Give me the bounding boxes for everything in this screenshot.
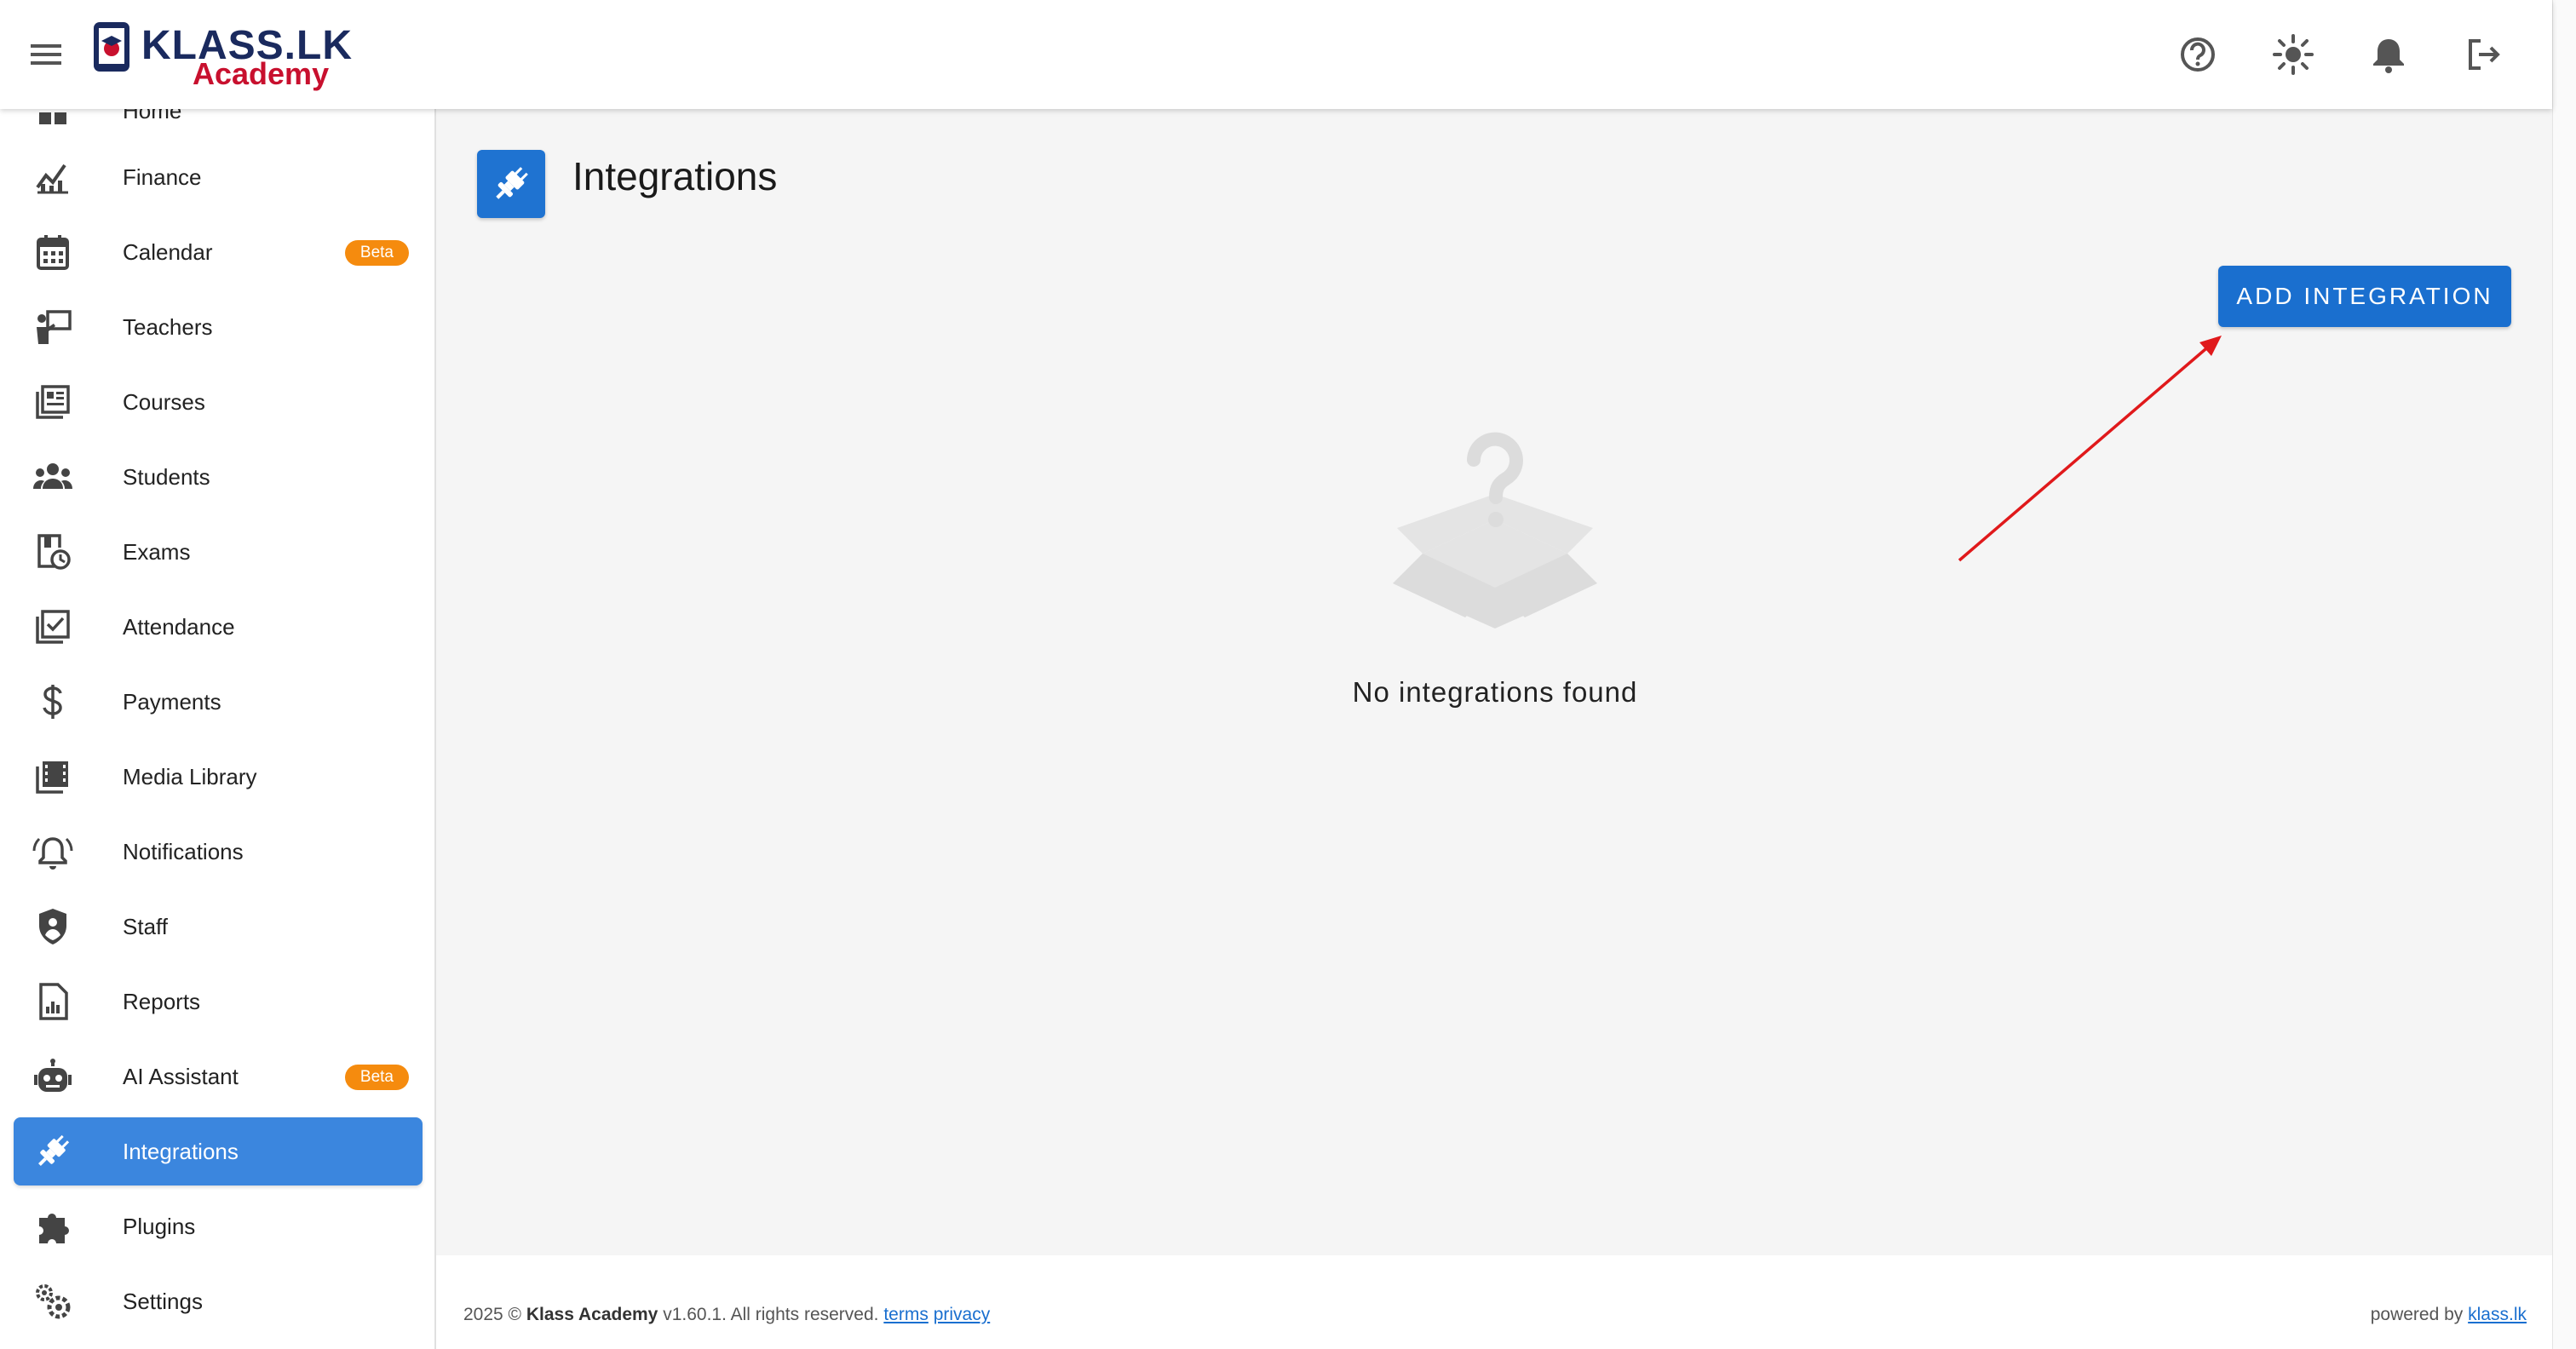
sidebar-item-reports[interactable]: Reports	[14, 967, 423, 1036]
media-library-icon	[27, 758, 78, 795]
report-icon	[27, 983, 78, 1020]
add-integration-button[interactable]: ADD INTEGRATION	[2218, 266, 2511, 327]
attendance-icon	[27, 608, 78, 646]
sidebar-item-home[interactable]: Home	[14, 109, 423, 145]
sidebar-item-plugins[interactable]: Plugins	[14, 1192, 423, 1260]
sidebar-item-label: Settings	[123, 1288, 203, 1314]
page-scrollbar[interactable]	[2552, 0, 2576, 1349]
help-icon[interactable]	[2174, 31, 2222, 78]
powered-by-text: powered by	[2370, 1305, 2464, 1324]
sidebar-item-media-library[interactable]: Media Library	[14, 743, 423, 811]
sidebar-item-payments[interactable]: Payments	[14, 668, 423, 736]
courses-icon	[27, 383, 78, 421]
dollar-icon	[27, 683, 78, 720]
sidebar-item-ai-assistant[interactable]: AI Assistant Beta	[14, 1042, 423, 1111]
bell-icon[interactable]	[2365, 31, 2412, 78]
sidebar-item-label: Staff	[123, 913, 169, 939]
beta-badge: Beta	[344, 1065, 409, 1090]
sidebar-item-notifications[interactable]: Notifications	[14, 818, 423, 886]
sidebar-item-label: Teachers	[123, 313, 213, 340]
sidebar-item-label: Students	[123, 463, 210, 490]
sidebar-item-label: Courses	[123, 388, 205, 415]
footer-company: Klass Academy	[526, 1305, 658, 1324]
sidebar-item-courses[interactable]: Courses	[14, 368, 423, 436]
sidebar-item-finance[interactable]: Finance	[14, 143, 423, 211]
empty-box-icon	[1393, 432, 1597, 629]
logo-phone-icon	[94, 22, 129, 72]
footer-powered: powered by klass.lk	[2371, 1305, 2527, 1325]
logo-name-bottom: Academy	[193, 56, 330, 91]
settings-gears-icon	[27, 1282, 78, 1321]
top-app-bar: KLASS.LK Academy	[0, 0, 2552, 109]
sidebar-item-teachers[interactable]: Teachers	[14, 293, 423, 361]
sidebar-item-label: Home	[123, 109, 182, 123]
klass-lk-link[interactable]: klass.lk	[2468, 1305, 2527, 1324]
privacy-link[interactable]: privacy	[934, 1305, 991, 1324]
logout-icon[interactable]	[2460, 31, 2508, 78]
finance-chart-icon	[27, 158, 78, 196]
sidebar-item-label: Integrations	[123, 1138, 239, 1164]
dashboard-icon	[27, 109, 78, 128]
students-icon	[27, 460, 78, 494]
page-title: Integrations	[572, 154, 778, 198]
sidebar-item-attendance[interactable]: Attendance	[14, 593, 423, 661]
sidebar-item-label: AI Assistant	[123, 1063, 239, 1089]
robot-icon	[27, 1058, 78, 1095]
beta-badge: Beta	[344, 240, 409, 266]
calendar-icon	[27, 233, 78, 271]
sidebar-item-label: Exams	[123, 538, 191, 565]
teacher-icon	[27, 308, 78, 346]
exams-icon	[27, 532, 78, 571]
sidebar-item-label: Payments	[123, 688, 221, 715]
sidebar: Home Finance Calendar Beta Teachers Cour…	[0, 109, 436, 1349]
shield-person-icon	[27, 907, 78, 946]
hamburger-menu-icon[interactable]	[26, 34, 66, 75]
terms-link[interactable]: terms	[883, 1305, 929, 1324]
klass-logo[interactable]: KLASS.LK Academy	[92, 20, 352, 92]
sidebar-item-label: Attendance	[123, 613, 235, 640]
sidebar-item-staff[interactable]: Staff	[14, 893, 423, 961]
empty-state-message: No integrations found	[1352, 676, 1638, 708]
sidebar-item-label: Notifications	[123, 838, 244, 864]
sidebar-item-integrations[interactable]: Integrations	[14, 1117, 423, 1185]
brightness-icon[interactable]	[2269, 31, 2317, 78]
sidebar-item-calendar[interactable]: Calendar Beta	[14, 218, 423, 286]
annotation-arrow-icon	[1958, 336, 2222, 562]
footer-copyright: 2025 © Klass Academy v1.60.1. All rights…	[463, 1305, 990, 1325]
footer-rights: v1.60.1. All rights reserved.	[663, 1305, 879, 1324]
sidebar-item-students[interactable]: Students	[14, 443, 423, 511]
sidebar-item-label: Media Library	[123, 763, 257, 789]
page-header-plug-icon	[477, 150, 545, 218]
sidebar-item-exams[interactable]: Exams	[14, 518, 423, 586]
footer: 2025 © Klass Academy v1.60.1. All rights…	[436, 1255, 2552, 1349]
plug-icon	[27, 1132, 78, 1171]
sidebar-item-label: Finance	[123, 164, 202, 190]
sidebar-item-label: Plugins	[123, 1213, 196, 1239]
footer-year: 2025 ©	[463, 1305, 522, 1324]
sidebar-item-settings[interactable]: Settings	[14, 1267, 423, 1335]
notifications-icon	[27, 832, 78, 871]
sidebar-item-label: Reports	[123, 988, 201, 1014]
sidebar-item-label: Calendar	[123, 238, 213, 265]
puzzle-icon	[27, 1208, 78, 1245]
